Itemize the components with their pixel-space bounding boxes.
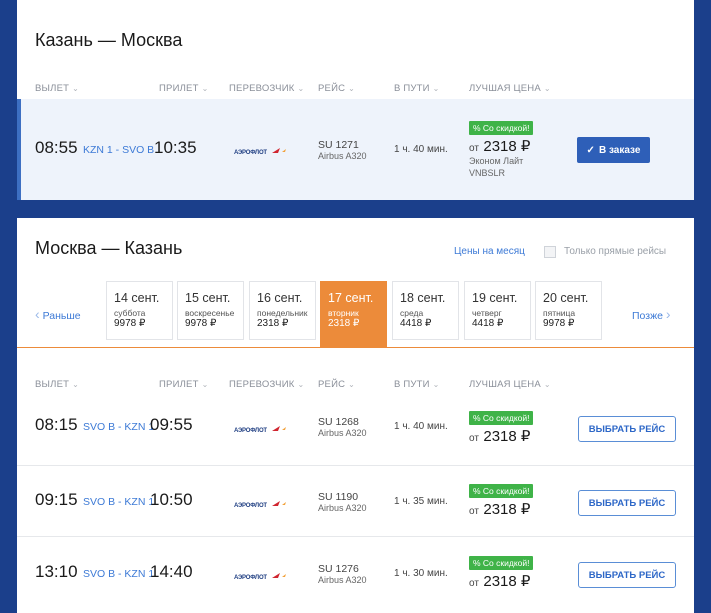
date-tile-selected[interactable]: 17 сент. вторник 2318 ₽ — [320, 281, 387, 347]
tariff: Эконом Лайт — [469, 156, 524, 166]
arrival-time: 09:55 — [150, 415, 193, 434]
chevron-down-icon: ⌄ — [72, 380, 80, 389]
aircraft: Airbus A320 — [318, 503, 367, 513]
svg-text:АЭРОФЛОТ: АЭРОФЛОТ — [234, 150, 267, 156]
chevron-left-icon: ‹ — [35, 306, 40, 322]
check-icon: ✓ — [586, 144, 595, 156]
select-flight-button[interactable]: ВЫБРАТЬ РЕЙС — [578, 490, 676, 516]
discount-badge: % Со скидкой! — [469, 484, 534, 498]
flight-number: SU 1271 — [318, 139, 359, 151]
svg-text:АЭРОФЛОТ: АЭРОФЛОТ — [234, 503, 267, 509]
aeroflot-logo: АЭРОФЛОТ — [234, 426, 286, 434]
aircraft: Airbus A320 — [318, 575, 367, 585]
select-flight-button[interactable]: ВЫБРАТЬ РЕЙС — [578, 416, 676, 442]
outbound-card: Казань — Москва ВЫЛЕТ ⌄ ПРИЛЕТ ⌄ ПЕРЕВОЗЧИ… — [17, 0, 694, 200]
svg-text:АЭРОФЛОТ: АЭРОФЛОТ — [234, 428, 267, 434]
chevron-down-icon: ⌄ — [543, 84, 551, 93]
departure-time: 08:55 — [35, 138, 78, 157]
chevron-down-icon: ⌄ — [432, 84, 440, 93]
discount-badge: % Со скидкой! — [469, 411, 534, 425]
direct-only-label: Только прямые рейсы — [564, 246, 667, 257]
airports: SVO B - KZN 1 — [83, 421, 155, 433]
flight-row[interactable]: 13:10 SVO B - KZN 1 14:40 АЭРОФЛОТ SU 12… — [17, 537, 694, 613]
return-card: Москва — Казань Цены на месяц Только пря… — [17, 218, 694, 613]
date-tile[interactable]: 19 сент. четверг 4418 ₽ — [464, 281, 531, 340]
chevron-down-icon: ⌄ — [348, 380, 356, 389]
sort-departure[interactable]: ВЫЛЕТ ⌄ — [35, 83, 79, 94]
arrival-time: 14:40 — [150, 562, 193, 581]
departure-time: 13:10 — [35, 562, 78, 581]
sort-carrier[interactable]: ПЕРЕВОЗЧИК ⌄ — [229, 379, 304, 390]
direct-only-checkbox[interactable] — [544, 246, 556, 258]
flight-number: SU 1190 — [318, 491, 359, 503]
svg-text:АЭРОФЛОТ: АЭРОФЛОТ — [234, 575, 267, 581]
sort-carrier[interactable]: ПЕРЕВОЗЧИК ⌄ — [229, 83, 304, 94]
price: от 2318 ₽ — [469, 501, 531, 518]
duration: 1 ч. 40 мин. — [394, 144, 448, 155]
sort-flight[interactable]: РЕЙС ⌄ — [318, 83, 355, 94]
date-tile[interactable]: 14 сент. суббота 9978 ₽ — [106, 281, 173, 340]
earlier-button[interactable]: ‹ Раньше — [35, 306, 81, 322]
route-title: Москва — Казань — [35, 238, 183, 258]
sort-best-price[interactable]: ЛУЧШАЯ ЦЕНА ⌄ — [469, 379, 551, 390]
chevron-down-icon: ⌄ — [543, 380, 551, 389]
date-tile[interactable]: 16 сент. понедельник 2318 ₽ — [249, 281, 316, 340]
arrival-time: 10:50 — [150, 490, 193, 509]
sort-best-price[interactable]: ЛУЧШАЯ ЦЕНА ⌄ — [469, 83, 551, 94]
aircraft: Airbus A320 — [318, 428, 367, 438]
sort-duration[interactable]: В ПУТИ ⌄ — [394, 83, 440, 94]
aircraft: Airbus A320 — [318, 151, 367, 161]
arrival-time: 10:35 — [154, 138, 197, 157]
in-order-button[interactable]: ✓ В заказе — [577, 137, 650, 163]
select-flight-button[interactable]: ВЫБРАТЬ РЕЙС — [578, 562, 676, 588]
sort-arrival[interactable]: ПРИЛЕТ ⌄ — [159, 379, 208, 390]
aeroflot-logo: АЭРОФЛОТ — [234, 148, 286, 156]
price: от 2318 ₽ — [469, 428, 531, 445]
sort-departure[interactable]: ВЫЛЕТ ⌄ — [35, 379, 79, 390]
sort-arrival[interactable]: ПРИЛЕТ ⌄ — [159, 83, 208, 94]
aeroflot-logo: АЭРОФЛОТ — [234, 573, 286, 581]
flight-row[interactable]: 09:15 SVO B - KZN 1 10:50 АЭРОФЛОТ SU 11… — [17, 466, 694, 536]
chevron-down-icon: ⌄ — [72, 84, 80, 93]
month-prices-link[interactable]: Цены на месяц — [454, 246, 525, 257]
duration: 1 ч. 30 мин. — [394, 568, 448, 579]
price: от 2318 ₽ — [469, 573, 531, 590]
duration: 1 ч. 35 мин. — [394, 496, 448, 507]
fare-code: VNBSLR — [469, 168, 506, 178]
departure-time: 09:15 — [35, 490, 78, 509]
departure-time: 08:15 — [35, 415, 78, 434]
flight-row[interactable]: 08:15 SVO B - KZN 1 09:55 АЭРОФЛОТ SU 12… — [17, 393, 694, 465]
date-tile[interactable]: 15 сент. воскресенье 9978 ₽ — [177, 281, 244, 340]
aeroflot-logo: АЭРОФЛОТ — [234, 501, 286, 509]
date-strip-divider — [17, 347, 694, 348]
sort-duration[interactable]: В ПУТИ ⌄ — [394, 379, 440, 390]
chevron-right-icon: › — [665, 306, 671, 322]
chevron-down-icon: ⌄ — [297, 84, 305, 93]
chevron-down-icon: ⌄ — [297, 380, 305, 389]
sort-flight[interactable]: РЕЙС ⌄ — [318, 379, 355, 390]
airports: KZN 1 - SVO B — [83, 144, 155, 156]
discount-badge: % Со скидкой! — [469, 121, 534, 135]
chevron-down-icon: ⌄ — [201, 380, 209, 389]
date-tile[interactable]: 18 сент. среда 4418 ₽ — [392, 281, 459, 340]
selected-flight-row[interactable]: 08:55 KZN 1 - SVO B 10:35 АЭРОФЛОТ SU 12… — [17, 99, 694, 200]
route-title: Казань — Москва — [35, 30, 183, 50]
airports: SVO B - KZN 1 — [83, 568, 155, 580]
chevron-down-icon: ⌄ — [348, 84, 356, 93]
date-tile[interactable]: 20 сент. пятница 9978 ₽ — [535, 281, 602, 340]
duration: 1 ч. 40 мин. — [394, 421, 448, 432]
discount-badge: % Со скидкой! — [469, 556, 534, 570]
chevron-down-icon: ⌄ — [201, 84, 209, 93]
chevron-down-icon: ⌄ — [432, 380, 440, 389]
flight-number: SU 1276 — [318, 563, 359, 575]
price: от 2318 ₽ — [469, 138, 531, 155]
later-button[interactable]: Позже › — [632, 306, 671, 322]
flight-number: SU 1268 — [318, 416, 359, 428]
airports: SVO B - KZN 1 — [83, 496, 155, 508]
